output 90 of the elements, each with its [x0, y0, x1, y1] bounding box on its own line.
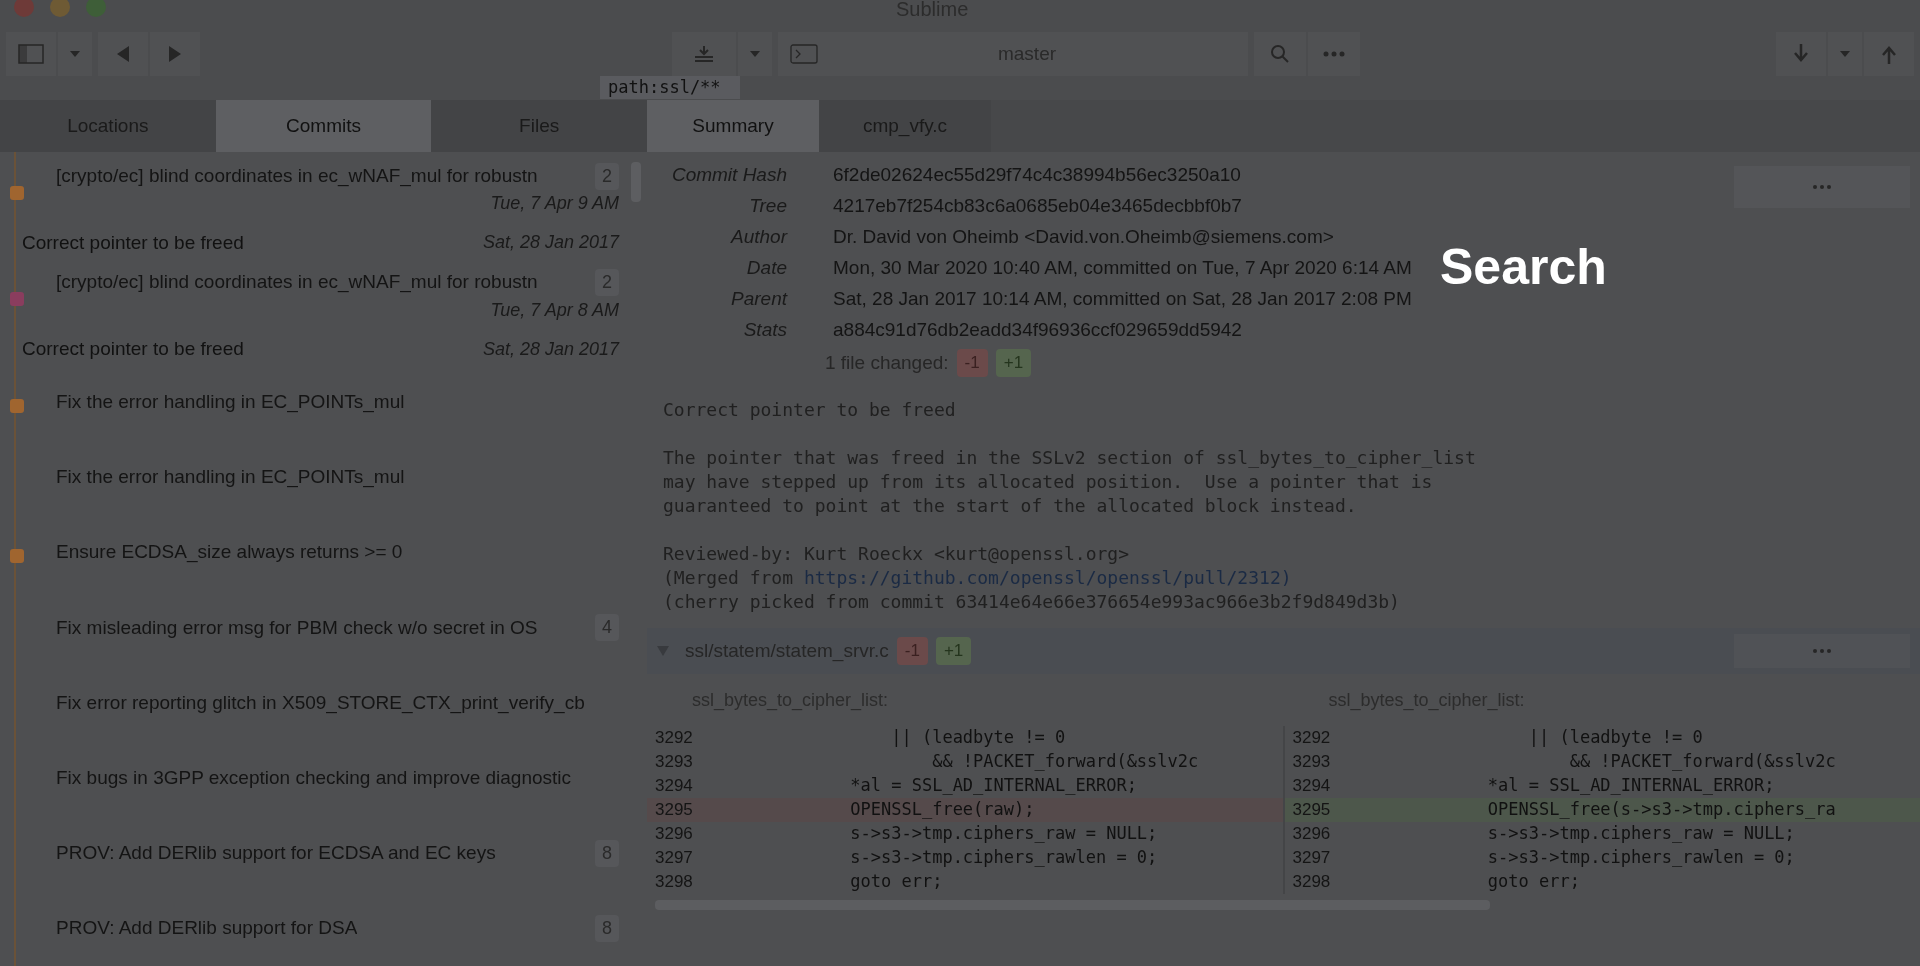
commit-row[interactable]: Fix the error handling in EC_POINTs_mul [30, 439, 627, 516]
line-number: 3296 [1291, 823, 1332, 846]
more-button[interactable] [1734, 166, 1910, 208]
commit-title: Ensure ECDSA_size always returns >= 0 [56, 540, 403, 565]
line-number: 3293 [1291, 751, 1332, 774]
code-text: goto err; [849, 870, 943, 894]
commit-title: Fix error reporting glitch in X509_STORE_CTX_print_verify_cb [56, 690, 585, 716]
code-text: OPENSSL_free(raw); [849, 798, 1035, 822]
line-number: 3294 [1291, 775, 1332, 798]
commit-title: PROV: Add DERlib support for ECDSA and EC keys [56, 841, 496, 866]
code-text: goto err; [1486, 870, 1580, 894]
minimize-button[interactable] [50, 0, 70, 17]
commit-row[interactable]: Ensure ECDSA_size always returns >= 0 [30, 515, 627, 591]
forward-icon [169, 46, 181, 62]
stash-button[interactable] [672, 32, 736, 76]
code-text: && !PACKET_forward(&sslv2c [1568, 750, 1836, 774]
more-icon [1813, 649, 1831, 653]
commit-title: Fix the error handling in EC_POINTs_mul [56, 390, 405, 415]
summary-value: 6f2de02624ec55d29f74c4c38994b56ec3250a10 [833, 163, 1241, 188]
caret-button[interactable] [1828, 32, 1862, 76]
code-text: *al = SSL_AD_INTERNAL_ERROR; [1486, 774, 1775, 798]
summary-label: Date [745, 256, 788, 281]
summary-label: Commit Hash [670, 163, 788, 188]
line-number: 3296 [654, 823, 694, 846]
commit-title: PROV: Add DERlib support for DSA [56, 916, 358, 941]
up-arrow-icon [1882, 44, 1896, 64]
commit-title: Correct pointer to be freed [22, 336, 244, 361]
sidebar-icon [18, 44, 44, 64]
commit-row[interactable]: Fix the error handling in EC_POINTs_mul [30, 364, 627, 440]
code-text: s->s3->tmp.ciphers_rawlen = 0; [849, 846, 1158, 870]
caret-icon [750, 51, 760, 57]
caret-icon [1840, 51, 1850, 57]
code-text: || (leadbyte != 0 [890, 726, 1066, 750]
panel-tab[interactable]: Commits [215, 100, 432, 152]
line-number: 3292 [1291, 727, 1332, 750]
code-text: s->s3->tmp.ciphers_rawlen = 0; [1486, 846, 1795, 870]
line-number: 3297 [1291, 847, 1332, 870]
down-arrow-icon [1794, 44, 1808, 64]
line-number: 3293 [654, 751, 694, 774]
stash-icon [693, 44, 715, 64]
commit-title: Correct pointer to be freed [22, 230, 244, 255]
line-number: 3297 [654, 847, 694, 870]
commit-title: [crypto/ec] blind coordinates in ec_wNAF_mul for robustn [56, 163, 538, 189]
code-text: s->s3->tmp.ciphers_raw = NULL; [849, 822, 1158, 846]
panel-tab[interactable]: Summary [647, 100, 819, 152]
summary-label: Parent [730, 287, 789, 312]
summary-value: 4217eb7f254cb83c6a0685eb04e3465decbbf0b7 [833, 194, 1242, 219]
commit-title: Fix misleading error msg for PBM check w/o secret in OS [56, 615, 538, 640]
summary-label: Author [729, 225, 789, 250]
line-number: 3298 [1291, 871, 1332, 894]
search-icon [1270, 44, 1290, 64]
caret-button[interactable] [738, 32, 772, 76]
summary-value: Dr. David von Oheimb <David.von.Oheimb@siemens.com> [833, 225, 1334, 250]
code-text: || (leadbyte != 0 [1527, 726, 1703, 750]
overlay-title: Search [1440, 238, 1607, 297]
push-button[interactable] [1864, 32, 1914, 76]
back-icon [117, 46, 129, 62]
summary-value: Sat, 28 Jan 2017 10:14 AM, committed on Sat, 28 Jan 2017 2:08 PM [833, 287, 1412, 312]
more-icon [1813, 185, 1831, 189]
back-button[interactable] [98, 32, 148, 76]
commit-title: Fix bugs in 3GPP exception checking and improve diagnostic [56, 765, 572, 790]
commit-row[interactable]: Fix error reporting glitch in X509_STORE_CTX_print_verify_cb [30, 665, 627, 741]
line-number: 3294 [654, 775, 694, 798]
line-number: 3295 [1291, 799, 1332, 822]
line-number: 3295 [654, 799, 694, 822]
summary-label: Tree [748, 194, 788, 219]
summary-value: a884c91d76db2eadd34f96936ccf029659dd5942 [833, 318, 1242, 343]
sidebar-toggle-button[interactable] [6, 32, 56, 76]
pull-button[interactable] [1776, 32, 1826, 76]
code-text: s->s3->tmp.ciphers_raw = NULL; [1486, 822, 1795, 846]
summary-label: Stats [742, 318, 788, 343]
more-icon [1323, 51, 1345, 57]
line-number: 3292 [654, 727, 694, 750]
caret-icon [70, 51, 80, 57]
commit-title: Fix the error handling in EC_POINTs_mul [56, 465, 405, 490]
commit-row[interactable]: Fix bugs in 3GPP exception checking and improve diagnostic [30, 740, 627, 816]
line-number: 3298 [654, 871, 694, 894]
terminal-icon [790, 44, 818, 64]
forward-button[interactable] [150, 32, 200, 76]
code-text: *al = SSL_AD_INTERNAL_ERROR; [849, 774, 1137, 798]
caret-button[interactable] [58, 32, 92, 76]
close-button[interactable] [14, 0, 34, 17]
more-button[interactable] [1734, 634, 1910, 668]
search-button[interactable] [1254, 32, 1306, 76]
commit-title: [crypto/ec] blind coordinates in ec_wNAF_mul for robustn [56, 270, 538, 295]
summary-value: Mon, 30 Mar 2020 10:40 AM, committed on Tue, 7 Apr 2020 6:14 AM [833, 256, 1412, 281]
more-button[interactable] [1308, 32, 1360, 76]
code-text: && !PACKET_forward(&sslv2c [931, 750, 1199, 774]
search-field[interactable]: path:ssl/** [600, 76, 740, 99]
code-text: OPENSSL_free(s->s3->tmp.ciphers_ra [1486, 798, 1836, 822]
